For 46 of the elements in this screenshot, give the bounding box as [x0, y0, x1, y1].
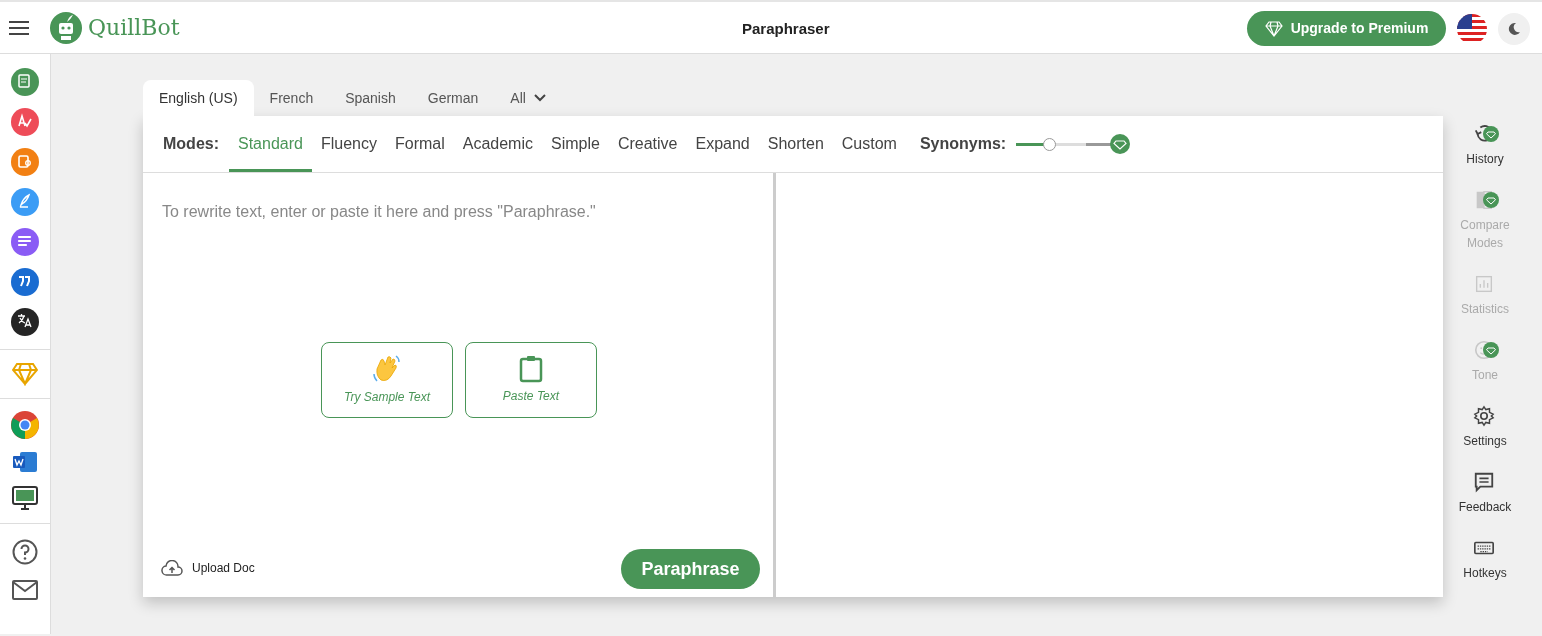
message-icon — [1473, 471, 1495, 493]
mail-icon[interactable] — [12, 580, 38, 600]
mode-tab[interactable]: Fluency — [311, 116, 386, 172]
mode-tab[interactable]: Shorten — [758, 116, 833, 172]
upload-doc-button[interactable]: Upload Doc — [161, 559, 255, 577]
cloud-upload-icon — [161, 560, 183, 576]
us-flag-icon — [1457, 14, 1487, 44]
chrome-icon[interactable] — [11, 411, 39, 439]
mode-tab[interactable]: Simple — [542, 116, 609, 172]
desktop-icon[interactable] — [11, 485, 39, 511]
quillbot-logo[interactable]: QuillBot — [50, 11, 180, 44]
tool-icon[interactable] — [11, 308, 39, 336]
mode-tab[interactable]: Formal — [385, 116, 454, 172]
dark-mode-button[interactable] — [1498, 13, 1530, 45]
paraphrase-button[interactable]: Paraphrase — [621, 549, 760, 589]
try-sample-button[interactable]: Try Sample Text — [321, 342, 453, 418]
paste-text-button[interactable]: Paste Text — [465, 342, 597, 418]
side-tool-button[interactable]: Hotkeys — [1445, 534, 1525, 582]
modes-label: Modes: — [163, 134, 219, 154]
chevron-down-icon — [533, 94, 546, 102]
language-tab[interactable]: English (US) — [143, 80, 254, 116]
language-tab[interactable]: All — [494, 80, 562, 116]
robot-icon — [50, 11, 82, 44]
logo-text: QuillBot — [88, 14, 180, 42]
side-tool-button[interactable]: History — [1445, 120, 1525, 168]
help-icon[interactable] — [12, 539, 38, 565]
upgrade-button[interactable]: Upgrade to Premium — [1247, 11, 1446, 46]
diamond-icon — [1264, 20, 1283, 37]
mode-tab[interactable]: Custom — [832, 116, 906, 172]
language-tab[interactable]: Spanish — [329, 80, 412, 116]
side-tool-button[interactable]: Settings — [1445, 402, 1525, 450]
language-tab[interactable]: German — [411, 80, 495, 116]
language-tab[interactable]: French — [253, 80, 330, 116]
synonyms-label: Synonyms: — [919, 134, 1007, 154]
moon-icon — [1507, 22, 1521, 36]
settings-icon — [1473, 405, 1495, 427]
bar-chart-icon — [1473, 273, 1495, 295]
mode-tab[interactable]: Creative — [608, 116, 687, 172]
page-title: Paraphraser — [742, 19, 830, 39]
side-tool-button[interactable]: Feedback — [1445, 468, 1525, 516]
mode-tab[interactable]: Academic — [453, 116, 542, 172]
waving-hand-icon — [372, 354, 402, 384]
word-icon[interactable] — [12, 450, 38, 474]
mode-tab[interactable]: Expand — [686, 116, 759, 172]
synonyms-slider[interactable] — [1016, 135, 1133, 153]
clipboard-icon — [519, 355, 543, 383]
